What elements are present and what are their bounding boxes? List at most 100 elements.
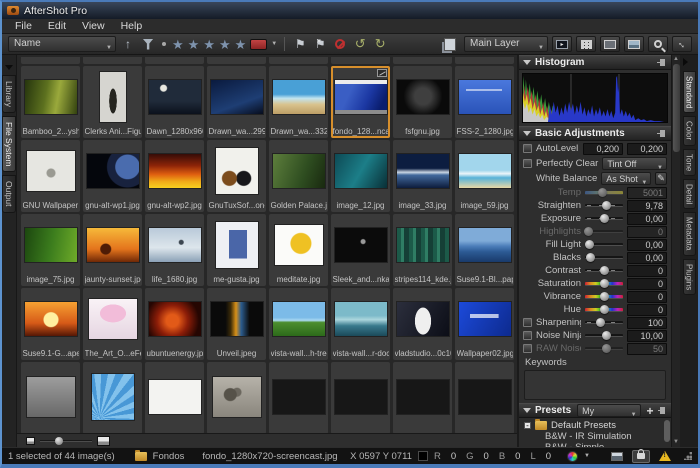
highlights-slider[interactable] xyxy=(585,230,623,233)
thumbnail-cell[interactable]: fsfgnu.jpg xyxy=(393,66,452,138)
thumbnail-cell[interactable]: Golden Palace.jpg xyxy=(269,140,328,212)
layer-dropdown[interactable]: Main Layer xyxy=(464,36,548,52)
fill-light-value[interactable]: 0,00 xyxy=(627,239,667,251)
color-management-icon[interactable] xyxy=(567,451,578,462)
warning-button[interactable] xyxy=(656,450,674,463)
tab-library[interactable]: Library xyxy=(2,75,16,113)
blacks-slider[interactable] xyxy=(585,256,623,259)
title-bar[interactable]: AfterShot Pro xyxy=(2,2,698,19)
scrollbar-thumb[interactable] xyxy=(673,64,680,152)
thumbnail-cell[interactable]: meditate.jpg xyxy=(269,214,328,286)
flag-pick-icon[interactable]: ⚑ xyxy=(292,36,308,52)
hue-slider[interactable] xyxy=(585,308,623,312)
exposure-value[interactable]: 0,00 xyxy=(627,213,667,225)
collapse-icon[interactable] xyxy=(523,131,531,136)
tint-dropdown[interactable]: Tint Off xyxy=(602,157,667,170)
slideshow-button[interactable]: ▸ xyxy=(552,36,572,52)
thumbnail-cell[interactable] xyxy=(83,362,142,434)
thumbnail-cell[interactable]: Unveil.jpeg xyxy=(207,288,266,360)
color-label-swatch[interactable] xyxy=(250,39,267,50)
autolevel-value-1[interactable]: 0,200 xyxy=(583,143,623,155)
preset-item[interactable]: B&W - IR Simulation xyxy=(519,431,671,442)
thumbnail-cell[interactable]: stripes114_kde.jpg xyxy=(393,214,452,286)
sort-dropdown[interactable]: Name xyxy=(8,36,116,52)
magnifier-button[interactable] xyxy=(648,36,668,52)
fill-light-slider[interactable] xyxy=(585,243,623,246)
presets-header[interactable]: Presets My Favorites + xyxy=(519,403,671,418)
thumbnail-cell[interactable]: image_59.jpg xyxy=(455,140,514,212)
thumbnail-cell-selected[interactable]: fondo_128...ncast.jpg xyxy=(331,66,390,138)
thumbnail-cell[interactable]: life_1680.jpg xyxy=(145,214,204,286)
thumbnail-cell[interactable]: ubuntuenergy.jpg xyxy=(145,288,204,360)
thumbnail-cell[interactable]: me-gusta.jpg xyxy=(207,214,266,286)
collapse-folder-icon[interactable]: - xyxy=(524,422,531,429)
pin-icon[interactable] xyxy=(657,130,667,138)
pin-icon[interactable] xyxy=(658,407,667,415)
presets-dropdown[interactable]: My Favorites xyxy=(577,404,640,417)
tab-metadata[interactable]: Metadata xyxy=(683,212,696,255)
tab-output[interactable]: Output xyxy=(2,175,16,213)
straighten-value[interactable]: 9,78 xyxy=(627,200,667,212)
autolevel-value-2[interactable]: 0,200 xyxy=(627,143,667,155)
thumbnail-cell[interactable]: Bamboo_2...ysha.jpg xyxy=(21,66,80,138)
thumbnail-size-slider[interactable] xyxy=(40,440,92,442)
keywords-input[interactable] xyxy=(524,370,666,400)
slider-handle[interactable] xyxy=(602,331,611,340)
clear-flag-icon[interactable] xyxy=(332,36,348,52)
noise-ninja-slider[interactable] xyxy=(585,334,623,337)
thumbnail-cell[interactable]: Sleek_and...nkahn.jpg xyxy=(331,214,390,286)
saturation-slider[interactable] xyxy=(585,282,623,286)
contrast-value[interactable]: 0 xyxy=(627,265,667,277)
thumbnail-view-button[interactable] xyxy=(576,36,596,52)
thumbnail-cell[interactable]: GNU Wallpaper 2.jpg xyxy=(21,140,80,212)
slider-handle[interactable] xyxy=(55,437,63,445)
presets-scrollbar-thumb[interactable] xyxy=(664,420,670,442)
straighten-slider[interactable] xyxy=(585,204,623,207)
scroll-down-icon[interactable]: ▼ xyxy=(673,439,679,446)
menu-view[interactable]: View xyxy=(75,19,112,33)
slider-handle[interactable] xyxy=(600,305,609,314)
soft-proof-button[interactable] xyxy=(608,450,626,463)
thumbnail-cell[interactable]: image_33.jpg xyxy=(393,140,452,212)
thumbnail-cell[interactable]: Suse9.1-Bl...papers.jpg xyxy=(455,214,514,286)
collapse-left-panel-icon[interactable] xyxy=(5,65,13,70)
slider-handle[interactable] xyxy=(598,188,607,197)
fullscreen-button[interactable]: ↔ xyxy=(672,36,692,52)
slider-handle[interactable] xyxy=(600,214,609,223)
thumbnail-cell[interactable]: vladstudio...0c1024.jpg xyxy=(393,288,452,360)
star-icon-1[interactable]: ★ xyxy=(172,38,184,51)
contrast-slider[interactable] xyxy=(585,269,623,272)
thumbnail-cell[interactable] xyxy=(331,362,390,434)
tab-detail[interactable]: Detail xyxy=(683,179,696,209)
thumbnail-cell[interactable] xyxy=(393,362,452,434)
add-preset-icon[interactable]: + xyxy=(647,404,654,418)
star-icon-3[interactable]: ★ xyxy=(203,38,215,51)
preset-item[interactable]: B&W - Simple xyxy=(519,442,671,447)
sort-direction-icon[interactable]: ↑ xyxy=(120,36,136,52)
thumbnail-cell[interactable] xyxy=(269,362,328,434)
blacks-value[interactable]: 0,00 xyxy=(627,252,667,264)
basic-adjustments-header[interactable]: Basic Adjustments xyxy=(519,126,671,141)
raw-noise-checkbox[interactable] xyxy=(523,344,532,353)
star-icon-5[interactable]: ★ xyxy=(235,38,247,51)
menu-file[interactable]: File xyxy=(8,19,39,33)
thumbnail-cell[interactable]: GnuTuxSof...on-v1.jpg xyxy=(207,140,266,212)
tab-color[interactable]: Color xyxy=(683,116,696,145)
vibrance-value[interactable]: 0 xyxy=(627,291,667,303)
slider-handle[interactable] xyxy=(602,344,611,353)
preset-folder-row[interactable]: - Default Presets xyxy=(519,420,671,431)
raw-noise-slider[interactable] xyxy=(585,347,623,350)
thumbnail-cell[interactable] xyxy=(207,362,266,434)
thumbnail-cell[interactable]: The_Art_O...eFear.jpg xyxy=(83,288,142,360)
thumbnail-cell[interactable]: Clerks Ani...Figure.jpg xyxy=(83,66,142,138)
color-management-dropdown-icon[interactable]: ▼ xyxy=(584,453,590,459)
thumbnail-cell[interactable]: Drawn_wa...332_.jpg xyxy=(269,66,328,138)
hue-value[interactable]: 0 xyxy=(627,304,667,316)
slider-handle[interactable] xyxy=(585,240,594,249)
tab-plugins[interactable]: Plugins xyxy=(683,259,696,295)
tab-file-system[interactable]: File System xyxy=(2,116,16,172)
combo-view-button[interactable] xyxy=(624,36,644,52)
slider-handle[interactable] xyxy=(586,253,595,262)
current-folder[interactable]: Fondos xyxy=(153,451,185,462)
slider-handle[interactable] xyxy=(602,201,611,210)
